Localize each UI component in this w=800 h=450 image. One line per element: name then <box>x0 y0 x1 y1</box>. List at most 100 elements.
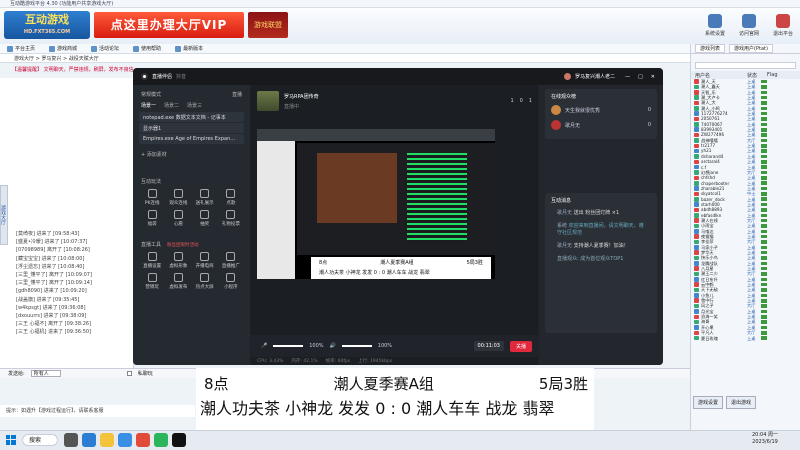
scene-tab[interactable]: 场景一 <box>141 102 156 109</box>
toolbar-version[interactable]: 最新版本 <box>172 44 206 53</box>
live-tool-item[interactable]: 营销玩 <box>139 273 165 290</box>
flag-icon <box>761 282 767 287</box>
source-item[interactable]: notepad.exe 数据文本文档 - 记事本 <box>139 112 244 122</box>
stream-thumbnail[interactable] <box>257 91 279 111</box>
live-app-sub: 抖音 <box>176 74 187 80</box>
col-status[interactable]: 状态 <box>747 72 761 79</box>
stream-preview[interactable]: 8点 潮人夏季赛A组 5局3胜 潮人功夫茶 小神龙 发发 0 : 0 潮人车车 战龙… <box>257 129 497 279</box>
speaker-icon[interactable]: 🔊 <box>330 343 336 349</box>
edge-icon[interactable] <box>82 433 96 447</box>
tools-grid: 直播设置 虚拟形象 开播电商 直播推广营销玩 虚拟发布 热点大屏 小程序 <box>133 250 250 292</box>
toolbar-help[interactable]: 使用帮助 <box>130 44 164 53</box>
flag-icon <box>761 250 767 255</box>
user-avatar-icon <box>694 218 699 223</box>
live-tool-item[interactable]: 送礼展示 <box>192 189 218 206</box>
private-chat-checkbox[interactable] <box>126 371 132 376</box>
user-row[interactable]: 夏日玫瑰 上桌 <box>691 336 800 341</box>
visit-site-button[interactable]: 访问官网 <box>734 14 764 40</box>
add-source-button[interactable]: + 添加素材 <box>133 145 250 160</box>
live-user-name[interactable]: 罗马复兴潮人老二 <box>575 73 615 80</box>
toolbar-forum[interactable]: 活动论坛 <box>88 44 122 53</box>
recipient-select[interactable]: 所有人 <box>30 370 61 377</box>
taskbar-clock[interactable]: 20:04 周一 2023/6/19 <box>738 432 792 448</box>
button-label: 系统设置 <box>704 31 725 37</box>
user-avatar-icon <box>694 90 699 95</box>
tab-game-list[interactable]: 游戏列表 <box>695 44 726 53</box>
tool-label: 直播推广 <box>221 264 240 269</box>
flag-icon <box>761 165 767 169</box>
scene-tab[interactable]: 场景三 <box>187 102 202 109</box>
shield-banner[interactable]: 游戏联盟 <box>248 12 288 38</box>
tool-icon <box>226 252 236 261</box>
tool-icon <box>173 273 183 282</box>
avatar[interactable] <box>564 73 572 80</box>
exit-game-button[interactable]: 退出游戏 <box>726 395 757 409</box>
tab-game-users[interactable]: 游戏用户(Ptat) <box>729 44 773 53</box>
help-icon <box>133 45 140 52</box>
message-line: [07098989] 离开了 [10:08:26] <box>16 247 90 254</box>
windows-start-icon[interactable] <box>6 435 16 445</box>
app-icon[interactable] <box>136 433 150 447</box>
mic-icon[interactable]: 🎤 <box>261 343 267 349</box>
toolbar-home[interactable]: 平台主页 <box>4 44 38 53</box>
live-tool-item[interactable]: 开播电商 <box>192 252 218 269</box>
user-search-input[interactable] <box>695 62 796 69</box>
live-tool-item[interactable]: 直播推广 <box>218 252 244 269</box>
maximize-icon[interactable]: □ <box>638 74 643 80</box>
speaker-slider[interactable] <box>341 345 372 347</box>
douyin-icon[interactable] <box>172 433 186 447</box>
flag-icon <box>761 256 767 260</box>
wechat-icon[interactable] <box>154 433 168 447</box>
mode-label[interactable]: 常规模式 <box>141 91 161 98</box>
game-settings-button[interactable]: 游戏设置 <box>693 395 724 409</box>
rank-item[interactable]: 天生我就很优秀 0 <box>551 105 651 115</box>
taskview-icon[interactable] <box>64 433 78 447</box>
side-tab[interactable]: 游戏大厅 <box>0 185 8 245</box>
toolbar-shop[interactable]: 游戏商城 <box>46 44 80 53</box>
chat-user[interactable]: 歌月无 <box>557 243 572 249</box>
exit-platform-button[interactable]: 退出平台 <box>768 14 798 40</box>
user-avatar-icon <box>694 287 699 293</box>
col-flag[interactable]: Flag <box>767 72 778 78</box>
source-item[interactable]: Empires.exe Age of Empires Expan... <box>139 134 244 144</box>
live-tool-item[interactable]: 点歌 <box>218 189 244 206</box>
source-item[interactable]: 显示器1 <box>139 123 244 133</box>
vip-banner[interactable]: 点这里办理大厅VIP <box>94 12 244 38</box>
message-line: [三王 心福机] 进来了 [09:36:50] <box>16 329 92 336</box>
close-icon[interactable]: ✕ <box>651 74 655 80</box>
taskbar-search[interactable]: 搜索 <box>22 434 58 446</box>
mic-slider[interactable] <box>273 345 304 347</box>
scene-tab[interactable]: 场景二 <box>164 102 179 109</box>
live-tool-item[interactable]: 抽奖 <box>192 210 218 227</box>
user-avatar-icon <box>694 154 699 159</box>
live-tool-item[interactable]: 热点大屏 <box>192 273 218 290</box>
stream-text: 罗马RPA团传奇 直播中 <box>284 93 319 110</box>
live-tool-item[interactable]: 心愿 <box>165 210 191 227</box>
live-tool-item[interactable]: 福袋 <box>139 210 165 227</box>
breadcrumb[interactable]: 游戏大厅 > 罗马复兴 > 战役天赋大厅 <box>14 55 99 62</box>
rank-box: 在线观众榜 天生我就很优秀 0 歌月无 0 <box>545 89 657 139</box>
folder-icon[interactable] <box>100 433 114 447</box>
minimize-icon[interactable]: — <box>625 74 630 80</box>
live-tool-item[interactable]: 直播设置 <box>139 252 165 269</box>
end-live-button[interactable]: 关播 <box>509 340 532 352</box>
live-tool-item[interactable]: PK连线 <box>139 189 165 206</box>
viewer-footer[interactable]: 直播观众: 成为首位观众TOP1 <box>557 256 645 263</box>
user-avatar-icon <box>694 164 699 170</box>
flag-icon <box>761 213 767 218</box>
live-tool-item[interactable]: 虚拟发布 <box>165 273 191 290</box>
live-tool-item[interactable]: 虚拟形象 <box>165 252 191 269</box>
tool-icon <box>173 252 183 261</box>
bitrate-status: 上行: 1945kbps <box>358 359 393 364</box>
system-settings-button[interactable]: 系统设置 <box>700 14 730 40</box>
rank-item[interactable]: 歌月无 0 <box>551 120 651 130</box>
live-tool-item[interactable]: 小程序 <box>218 273 244 290</box>
live-tool-item[interactable]: 观众连线 <box>165 189 191 206</box>
user-list: 潮人_天 上桌 潮人_鑫天 上桌 天智_乐 上桌 潮_大卢卡 上桌 潮人_大 上桌 潮人_小鸣 上桌 1… <box>691 79 800 341</box>
user-list-header: 用户名 状态 Flag <box>691 71 800 79</box>
chat-user[interactable]: 歌月无 <box>557 210 572 216</box>
store-icon[interactable] <box>118 433 132 447</box>
live-tool-item[interactable]: 礼物投票 <box>218 210 244 227</box>
tools-badge[interactable]: 粉丝团限时活动 <box>167 242 199 248</box>
col-username[interactable]: 用户名 <box>695 72 741 79</box>
